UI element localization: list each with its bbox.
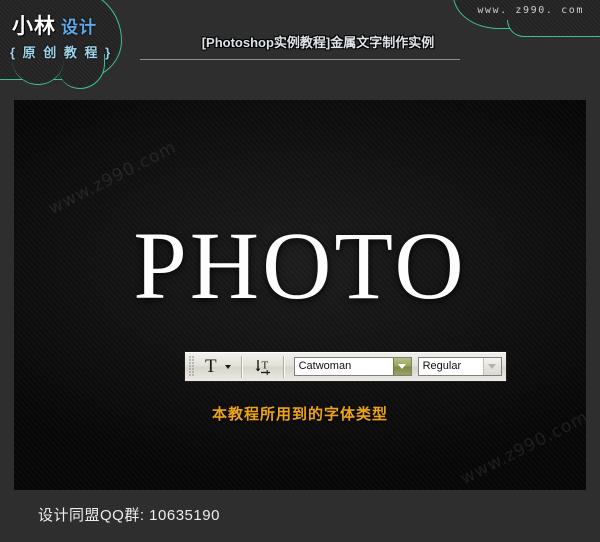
logo-sub-text: 设计 [61,18,97,37]
chevron-down-icon [488,364,497,369]
toolbar-separator-1 [240,355,243,378]
footer: 设计同盟QQ群: 10635190 [0,490,600,542]
qq-group-text: 设计同盟QQ群: 10635190 [38,507,220,524]
logo-blob-bump-left [12,58,64,85]
font-style-value[interactable]: Regular [419,358,483,375]
tutorial-image: 小林 设计 { 原 创 教 程 } www. z990. com [Photosh… [0,0,600,542]
chevron-down-icon [398,364,407,369]
text-orientation-button[interactable]: T [248,355,278,379]
logo-tagline: { 原 创 教 程 } [10,45,113,60]
toolbar-drag-handle[interactable] [189,356,194,377]
svg-text:T: T [261,359,268,371]
headline-text: PHOTO [133,212,467,319]
header: 小林 设计 { 原 创 教 程 } www. z990. com [Photosh… [0,0,600,100]
font-family-dropdown-button[interactable] [392,358,411,375]
logo: 小林 设计 [12,16,97,37]
watermark-blob-bump [507,20,600,37]
logo-main-text: 小林 [12,15,56,38]
text-orientation-icon: T [253,357,273,377]
title-divider [140,59,460,60]
site-watermark-header: www. z990. com [477,5,584,16]
caption-text: 本教程所用到的字体类型 [211,406,388,423]
font-options-toolbar[interactable]: T T Catwoman Regular [184,351,507,382]
font-family-dropdown[interactable]: Catwoman [293,357,412,376]
font-style-dropdown[interactable]: Regular [417,357,502,376]
chevron-down-icon[interactable] [224,364,231,369]
type-tool-button[interactable]: T [198,355,236,379]
toolbar-separator-2 [282,355,285,378]
watermark-diagonal-left: www.z990.com [45,137,180,219]
artboard: www.z990.com www.z990.com PHOTO T T Catw… [14,100,586,490]
type-tool-icon: T [205,356,217,377]
page-title: [Photoshop实例教程]金属文字制作实例 [201,35,435,50]
font-family-value[interactable]: Catwoman [295,358,393,375]
font-style-dropdown-button [482,358,501,375]
